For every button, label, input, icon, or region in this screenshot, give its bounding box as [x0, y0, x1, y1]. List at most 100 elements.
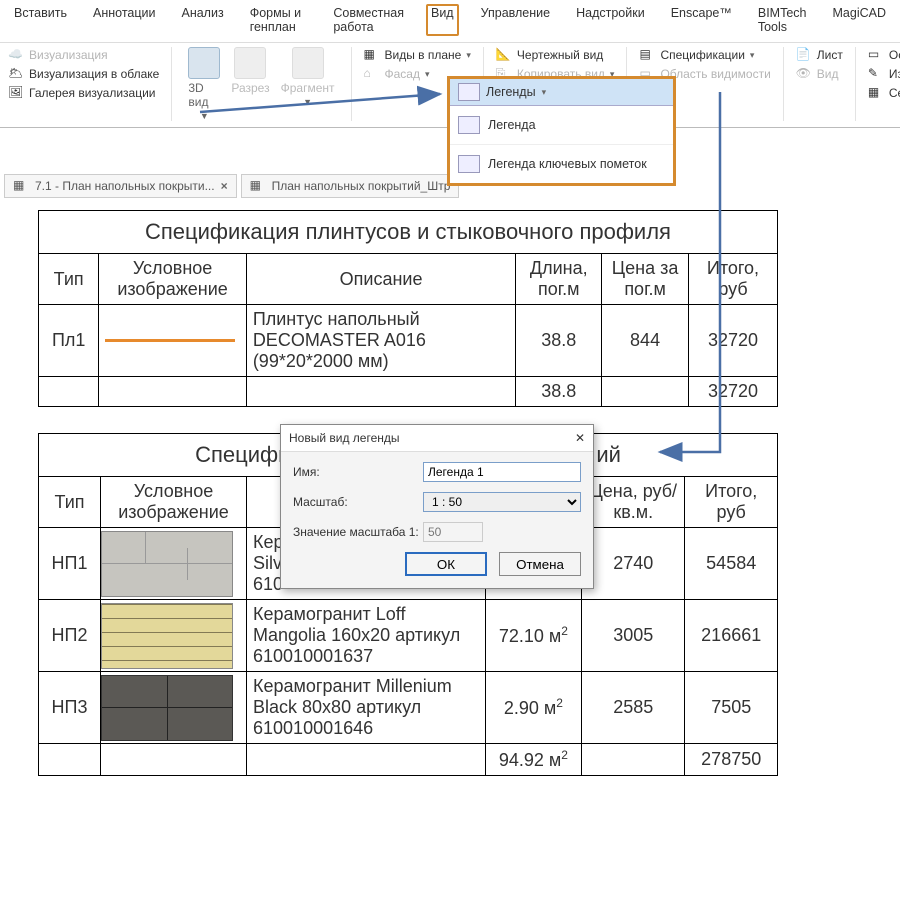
- tab-icon: ▦: [13, 178, 29, 194]
- cell-total: 32720: [688, 305, 777, 377]
- dialog-title: Новый вид легенды: [289, 431, 400, 445]
- titleblock-icon: ▭: [868, 47, 884, 63]
- view-icon: 👁: [796, 66, 812, 82]
- tab-plan-1[interactable]: ▦ 7.1 - План напольных покрыти... ×: [4, 174, 237, 198]
- menu-enscape[interactable]: Enscape™: [667, 4, 736, 36]
- btn-section[interactable]: Разрез: [227, 47, 273, 95]
- cell-symbol: [99, 305, 246, 377]
- dropdown-item-keynote-legend[interactable]: Легенда ключевых пометок: [450, 144, 673, 183]
- btn-3d-view[interactable]: 3D вид▼: [184, 47, 224, 121]
- brick-swatch: [101, 603, 233, 669]
- btn-viz-gallery[interactable]: 🖼Галерея визуализации: [8, 85, 159, 101]
- btn-revisions[interactable]: ✎Изменения: [868, 66, 900, 82]
- col-total: Итого, руб: [688, 254, 777, 305]
- elevation-icon: ⌂: [364, 66, 380, 82]
- cell-total: 7505: [685, 672, 778, 744]
- col-type: Тип: [39, 477, 101, 528]
- dropdown-item-label: Легенда ключевых пометок: [488, 157, 647, 171]
- cloud-icon: ☁️: [8, 47, 24, 63]
- btn-guide-grid[interactable]: ▦Сетка направляющ: [868, 85, 900, 101]
- chevron-down-icon: ▾: [542, 87, 547, 98]
- scale-value-label: Значение масштаба 1:: [293, 525, 423, 539]
- cell-grand-total: 32720: [688, 377, 777, 407]
- section-icon: [234, 47, 266, 79]
- scale-value-input: [423, 522, 483, 542]
- cancel-button[interactable]: Отмена: [499, 552, 581, 576]
- cell-desc: Плинтус напольный DECOMASTER A016 (99*20…: [246, 305, 516, 377]
- cell-symbol: [101, 528, 247, 600]
- btn-visualization[interactable]: ☁️Визуализация: [8, 47, 159, 63]
- menu-bimtech[interactable]: BIMTech Tools: [754, 4, 811, 36]
- menu-addins[interactable]: Надстройки: [572, 4, 649, 36]
- tab-label: 7.1 - План напольных покрыти...: [35, 179, 215, 193]
- col-symbol: Условное изображение: [101, 477, 247, 528]
- btn-titleblock[interactable]: ▭Основная надпись: [868, 47, 900, 63]
- cell-length: 38.8: [516, 305, 602, 377]
- legends-label: Легенды: [486, 85, 536, 99]
- cell-total: 54584: [685, 528, 778, 600]
- cell-desc: Керамогранит Millenium Black 80x80 артик…: [247, 672, 486, 744]
- legends-dropdown-header[interactable]: Легенды ▾: [450, 79, 673, 106]
- btn-sheet[interactable]: 📄Лист: [796, 47, 843, 63]
- col-total: Итого, руб: [685, 477, 778, 528]
- menu-analysis[interactable]: Анализ: [177, 4, 227, 36]
- tab-label: План напольных покрытий_Штр: [272, 179, 451, 193]
- btn-view[interactable]: 👁Вид: [796, 66, 843, 82]
- btn-drafting-view[interactable]: 📐Чертежный вид: [496, 47, 615, 63]
- col-type: Тип: [39, 254, 99, 305]
- menu-manage[interactable]: Управление: [477, 4, 555, 36]
- cell-grand-total: 278750: [685, 744, 778, 776]
- cell-total: 216661: [685, 600, 778, 672]
- tab-plan-2[interactable]: ▦ План напольных покрытий_Штр: [241, 174, 460, 198]
- col-length: Длина, пог.м: [516, 254, 602, 305]
- close-icon[interactable]: ✕: [575, 431, 585, 445]
- btn-schedules[interactable]: ▤Спецификации ▾: [639, 47, 770, 63]
- col-price: Цена, руб/кв.м.: [582, 477, 685, 528]
- scale-select[interactable]: 1 : 50: [423, 492, 581, 512]
- menu-collab[interactable]: Совместная работа: [329, 4, 408, 36]
- cell-type: НП2: [39, 600, 101, 672]
- btn-viz-cloud[interactable]: 🌥Визуализация в облаке: [8, 66, 159, 82]
- dropdown-item-legend[interactable]: Легенда: [450, 106, 673, 144]
- cell-desc: Керамогранит Loff Mangolia 160x20 артику…: [247, 600, 486, 672]
- main-menu: Вставить Аннотации Анализ Формы и генпла…: [0, 0, 900, 43]
- table-totals-row: 38.8 32720: [39, 377, 778, 407]
- menu-magicad[interactable]: MagiCAD: [829, 4, 891, 36]
- btn-plan-views[interactable]: ▦Виды в плане ▾: [364, 47, 471, 63]
- cell-type: НП3: [39, 672, 101, 744]
- col-price: Цена за пог.м: [602, 254, 689, 305]
- cell-area-total: 94.92 м2: [485, 744, 581, 776]
- cell-area: 2.90 м2: [485, 672, 581, 744]
- cell-type: НП1: [39, 528, 101, 600]
- plinth-swatch: [105, 339, 235, 342]
- gallery-icon: 🖼: [8, 85, 24, 101]
- col-symbol: Условное изображение: [99, 254, 246, 305]
- table-row: НП3 Керамогранит Millenium Black 80x80 а…: [39, 672, 778, 744]
- plan-icon: ▦: [364, 47, 380, 63]
- close-icon[interactable]: ×: [221, 179, 228, 193]
- cloud-icon: 🌥: [8, 66, 24, 82]
- col-desc: Описание: [246, 254, 516, 305]
- btn-callout[interactable]: Фрагмент▼: [277, 47, 339, 107]
- keynote-legend-icon: [458, 155, 480, 173]
- table-title: Спецификация плинтусов и стыковочного пр…: [39, 211, 778, 254]
- scale-label: Масштаб:: [293, 495, 423, 509]
- menu-view[interactable]: Вид: [426, 4, 459, 36]
- menu-insert[interactable]: Вставить: [10, 4, 71, 36]
- cell-type: Пл1: [39, 305, 99, 377]
- schedule-icon: ▤: [639, 47, 655, 63]
- ok-button[interactable]: ОК: [405, 552, 487, 576]
- name-input[interactable]: [423, 462, 581, 482]
- menu-forms[interactable]: Формы и генплан: [246, 4, 312, 36]
- table-row: Пл1 Плинтус напольный DECOMASTER A016 (9…: [39, 305, 778, 377]
- new-legend-dialog: Новый вид легенды ✕ Имя: Масштаб: 1 : 50…: [280, 424, 594, 589]
- legend-icon: [458, 116, 480, 134]
- menu-annotations[interactable]: Аннотации: [89, 4, 159, 36]
- cell-price: 2740: [582, 528, 685, 600]
- cell-price: 3005: [582, 600, 685, 672]
- revision-icon: ✎: [868, 66, 884, 82]
- cell-price: 844: [602, 305, 689, 377]
- cell-symbol: [101, 672, 247, 744]
- drafting-icon: 📐: [496, 47, 512, 63]
- table-row: НП2 Керамогранит Loff Mangolia 160x20 ар…: [39, 600, 778, 672]
